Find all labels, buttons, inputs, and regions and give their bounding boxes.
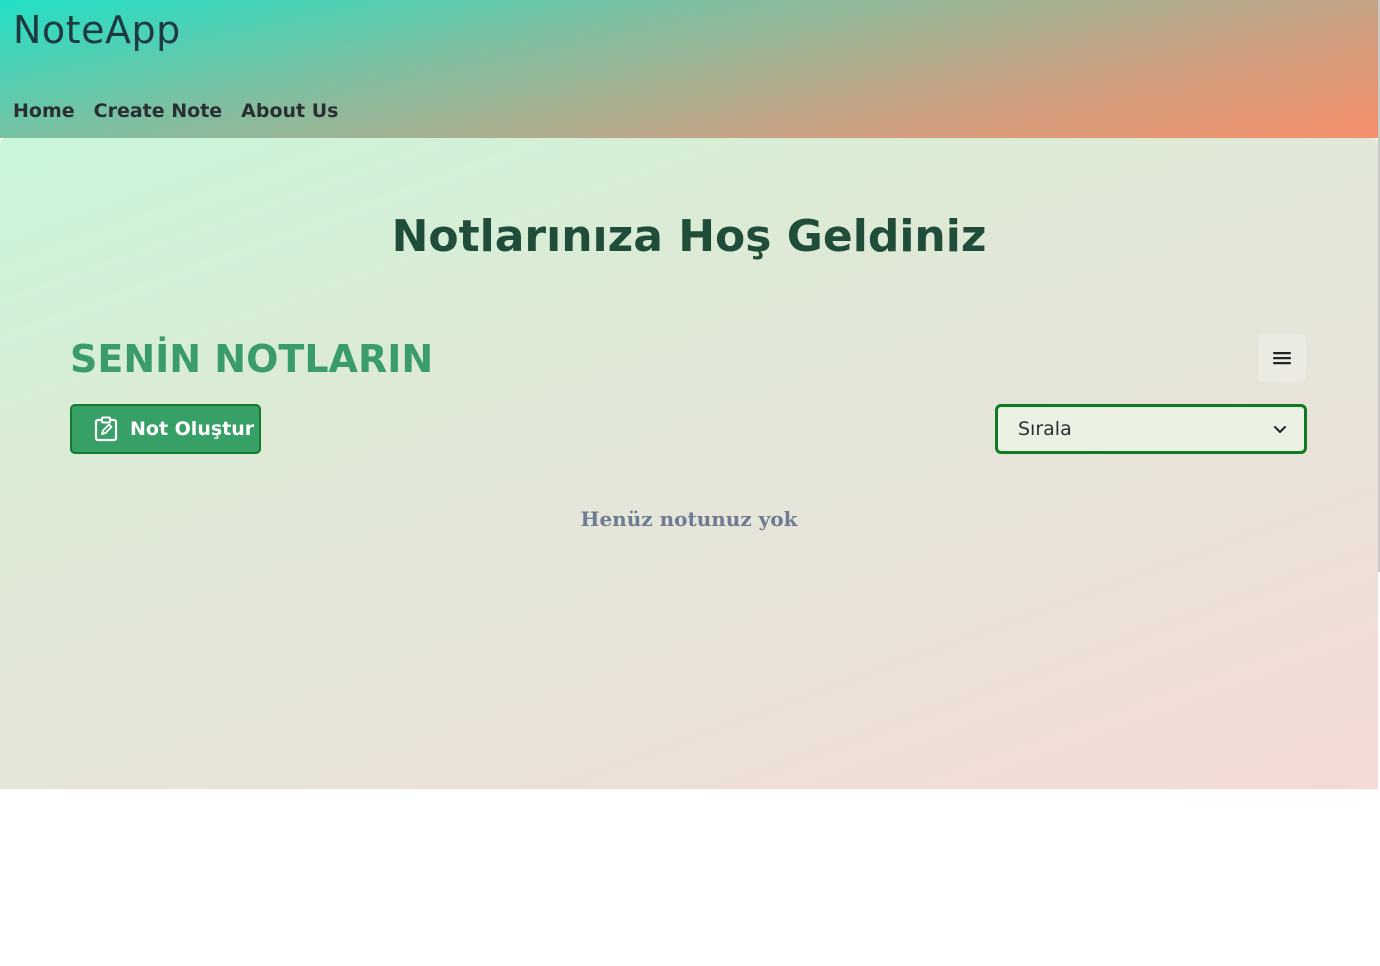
hamburger-menu-icon (1273, 352, 1291, 365)
nav-create-note[interactable]: Create Note (94, 98, 223, 124)
sort-select-value: Sırala (1018, 418, 1072, 440)
brand-logo[interactable]: NoteApp (13, 8, 181, 52)
top-header: NoteApp Home Create Note About Us (0, 0, 1378, 138)
main-nav: Home Create Note About Us (13, 98, 339, 124)
nav-about-us[interactable]: About Us (241, 98, 338, 124)
clipboard-edit-icon (94, 416, 118, 442)
empty-notes-message: Henüz notunuz yok (580, 507, 798, 531)
menu-button[interactable] (1258, 334, 1306, 382)
app-window: NoteApp Home Create Note About Us Notlar… (0, 0, 1380, 966)
sort-select[interactable]: Sırala (995, 404, 1307, 454)
section-title: SENİN NOTLARIN (70, 337, 434, 381)
welcome-title: Notlarınıza Hoş Geldiniz (391, 211, 987, 262)
chevron-down-icon (1274, 426, 1286, 433)
create-note-label: Not Oluştur (130, 418, 255, 440)
create-note-button[interactable]: Not Oluştur (70, 404, 261, 454)
notes-panel: Notlarınıza Hoş Geldiniz SENİN NOTLARIN … (0, 138, 1378, 789)
nav-home[interactable]: Home (13, 98, 75, 124)
